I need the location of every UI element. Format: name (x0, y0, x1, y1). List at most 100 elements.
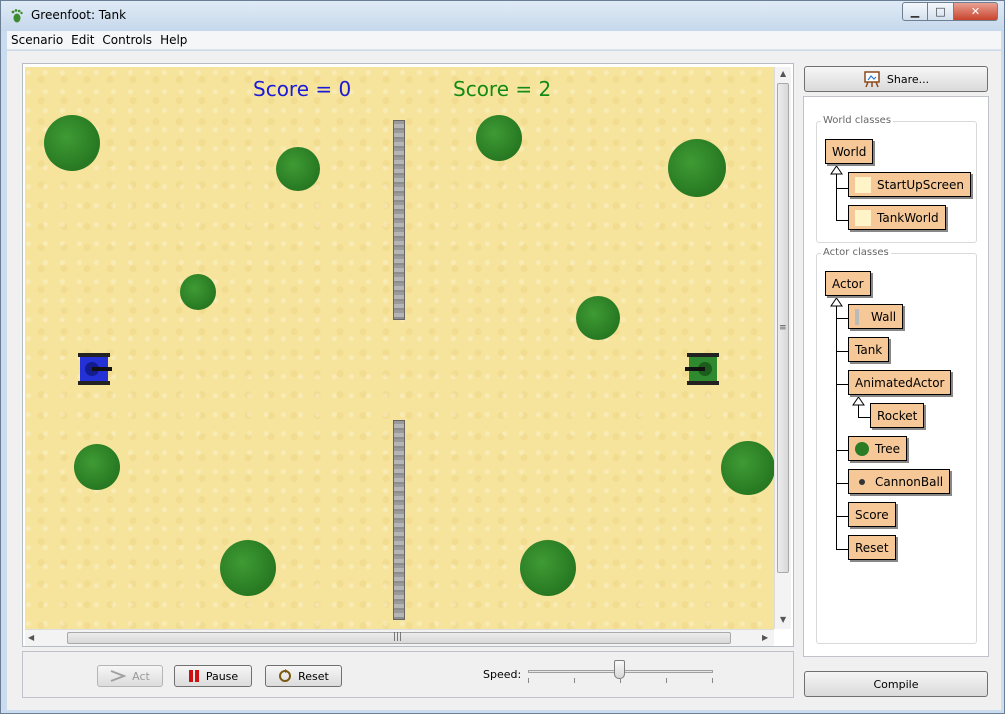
world-classes-title: World classes (821, 115, 894, 126)
world-panel: Score = 0 Score = 2 ▲ ≡ ▼ ◀ ||| ▶ (22, 63, 794, 647)
step-arrow-icon (110, 670, 127, 682)
class-label: World (832, 144, 867, 159)
class-label: Tank (855, 342, 883, 357)
inheritance-line (836, 384, 848, 385)
wall[interactable] (393, 120, 405, 320)
scroll-down-arrow-icon[interactable]: ▼ (780, 615, 786, 624)
tree[interactable] (721, 441, 774, 495)
control-bar: Act Pause Reset Speed: (22, 651, 794, 698)
scroll-up-arrow-icon[interactable]: ▲ (780, 69, 786, 78)
class-label: Wall (871, 309, 897, 324)
act-label: Act (132, 669, 150, 683)
window-controls: ▁ □ ✕ (902, 2, 998, 21)
scroll-left-arrow-icon[interactable]: ◀ (28, 633, 34, 642)
class-label: Tree (875, 441, 901, 456)
class-label: CannonBall (875, 474, 944, 489)
class-tankworld[interactable]: TankWorld (848, 205, 946, 230)
slider-tick (574, 678, 575, 683)
class-animatedactor[interactable]: AnimatedActor (848, 370, 952, 395)
class-cannonball[interactable]: CannonBall (848, 469, 951, 494)
title-bar[interactable]: Greenfoot: Tank ▁ □ ✕ (1, 1, 1004, 31)
vertical-scrollbar[interactable]: ▲ ≡ ▼ (774, 67, 791, 629)
close-button[interactable]: ✕ (954, 2, 998, 21)
class-image-icon (855, 176, 871, 193)
class-world[interactable]: World (825, 139, 874, 164)
horizontal-scrollbar[interactable]: ◀ ||| ▶ (25, 629, 774, 646)
class-image-icon (855, 209, 871, 226)
menu-help[interactable]: Help (156, 33, 191, 47)
inheritance-line (836, 516, 848, 517)
compile-button[interactable]: Compile (804, 671, 988, 697)
class-startupscreen[interactable]: StartUpScreen (848, 172, 971, 197)
compile-label: Compile (873, 677, 919, 691)
maximize-button[interactable]: □ (928, 2, 954, 21)
class-wall[interactable]: Wall (848, 304, 904, 329)
inheritance-line (836, 351, 848, 352)
share-button[interactable]: Share... (804, 66, 988, 92)
greenfoot-footprint-icon (11, 9, 23, 23)
menu-edit[interactable]: Edit (67, 33, 98, 47)
tree[interactable] (476, 115, 522, 161)
score-player-2: Score = 2 (453, 77, 552, 101)
blue-tank[interactable] (78, 353, 112, 385)
inheritance-line (836, 450, 848, 451)
inheritance-line (836, 304, 837, 549)
class-tree[interactable]: Tree (848, 436, 908, 461)
menu-controls[interactable]: Controls (98, 33, 156, 47)
reset-label: Reset (298, 669, 329, 683)
tree[interactable] (74, 444, 120, 490)
wall-icon (855, 308, 859, 325)
slider-tick (620, 678, 621, 683)
green-tank[interactable] (685, 353, 719, 385)
pause-label: Pause (205, 669, 239, 683)
class-label: Rocket (877, 408, 918, 423)
slider-tick (528, 678, 529, 683)
window-title: Greenfoot: Tank (31, 8, 127, 22)
class-label: Score (855, 507, 889, 522)
tree[interactable] (520, 540, 576, 596)
tree[interactable] (180, 274, 216, 310)
inheritance-line (836, 483, 848, 484)
slider-tick (666, 678, 667, 683)
pause-button[interactable]: Pause (174, 665, 252, 687)
world-canvas[interactable]: Score = 0 Score = 2 (25, 67, 774, 629)
inheritance-line (836, 220, 848, 221)
score-player-1: Score = 0 (253, 77, 352, 101)
class-reset[interactable]: Reset (848, 535, 896, 560)
tree[interactable] (576, 296, 620, 340)
inheritance-arrow-icon (830, 166, 843, 175)
wall[interactable] (393, 420, 405, 620)
cannonball-icon (859, 478, 865, 485)
actor-classes-title: Actor classes (821, 247, 891, 258)
minimize-button[interactable]: ▁ (902, 2, 928, 21)
inheritance-line (858, 417, 870, 418)
inheritance-line (836, 549, 848, 550)
main-area: Score = 0 Score = 2 ▲ ≡ ▼ ◀ ||| ▶ Act Pa… (7, 51, 1001, 710)
reset-button[interactable]: Reset (265, 665, 342, 687)
speed-label: Speed: (483, 668, 522, 681)
reset-icon (279, 669, 292, 682)
app-window: Greenfoot: Tank ▁ □ ✕ Scenario Edit Cont… (0, 0, 1005, 714)
tree[interactable] (668, 139, 726, 197)
class-label: TankWorld (877, 210, 939, 225)
class-score[interactable]: Score (848, 502, 896, 527)
class-label: StartUpScreen (877, 177, 964, 192)
class-tank[interactable]: Tank (848, 337, 890, 362)
inheritance-arrow-icon (852, 397, 865, 406)
inheritance-line (836, 188, 848, 189)
menu-scenario[interactable]: Scenario (7, 33, 67, 47)
slider-tick (712, 678, 713, 683)
class-actor[interactable]: Actor (825, 271, 871, 296)
tree[interactable] (220, 540, 276, 596)
inheritance-arrow-icon (830, 298, 843, 307)
scroll-right-arrow-icon[interactable]: ▶ (762, 633, 768, 642)
share-easel-icon (864, 71, 880, 88)
tree[interactable] (276, 147, 320, 191)
class-label: Actor (832, 276, 864, 291)
act-button[interactable]: Act (97, 665, 163, 687)
tree[interactable] (44, 115, 100, 171)
speed-slider-thumb[interactable] (614, 660, 625, 679)
inheritance-line (836, 172, 837, 221)
class-diagram-panel: World classes World StartUpScreen TankWo… (803, 96, 989, 657)
class-rocket[interactable]: Rocket (870, 403, 925, 428)
